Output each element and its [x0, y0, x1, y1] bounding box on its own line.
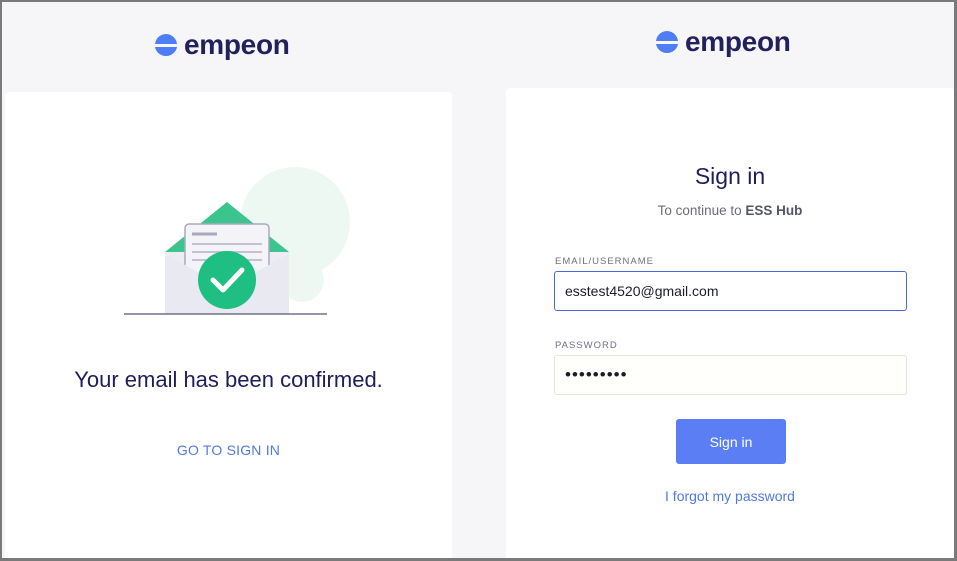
brand-name-left: empeon	[184, 29, 290, 60]
email-confirmed-envelope-icon	[124, 167, 350, 315]
sign-in-title: Sign in	[694, 163, 766, 189]
empeon-logo-left: empeon	[154, 29, 290, 61]
email-confirmed-message: Your email has been confirmed.	[74, 367, 383, 392]
password-field-value: •••••••••	[565, 365, 628, 384]
sign-in-card: Sign in To continue to ESS Hub EMAIL/USE…	[506, 88, 954, 558]
go-to-sign-in-link[interactable]: GO TO SIGN IN	[5, 442, 452, 458]
empeon-logo-icon	[155, 34, 177, 57]
empeon-logo-icon	[656, 31, 678, 54]
subtitle-prefix: To continue to	[657, 203, 742, 218]
sign-in-button[interactable]: Sign in	[676, 419, 786, 464]
email-confirmed-card: Your email has been confirmed. GO TO SIG…	[5, 92, 452, 558]
email-field[interactable]: esstest4520@gmail.com	[554, 271, 907, 311]
password-field-label: PASSWORD	[555, 340, 618, 351]
email-field-value: esstest4520@gmail.com	[565, 283, 719, 299]
sign-in-subtitle: To continue to ESS Hub	[506, 203, 954, 218]
forgot-password-link[interactable]: I forgot my password	[506, 488, 954, 504]
empeon-logo-right: empeon	[655, 26, 791, 58]
browser-viewport: empeon empeon Your email has been confir	[2, 2, 954, 558]
email-field-label: EMAIL/USERNAME	[555, 256, 654, 267]
brand-name-right: empeon	[685, 26, 791, 57]
password-field[interactable]: •••••••••	[554, 355, 907, 395]
subtitle-app-name: ESS Hub	[745, 203, 803, 218]
